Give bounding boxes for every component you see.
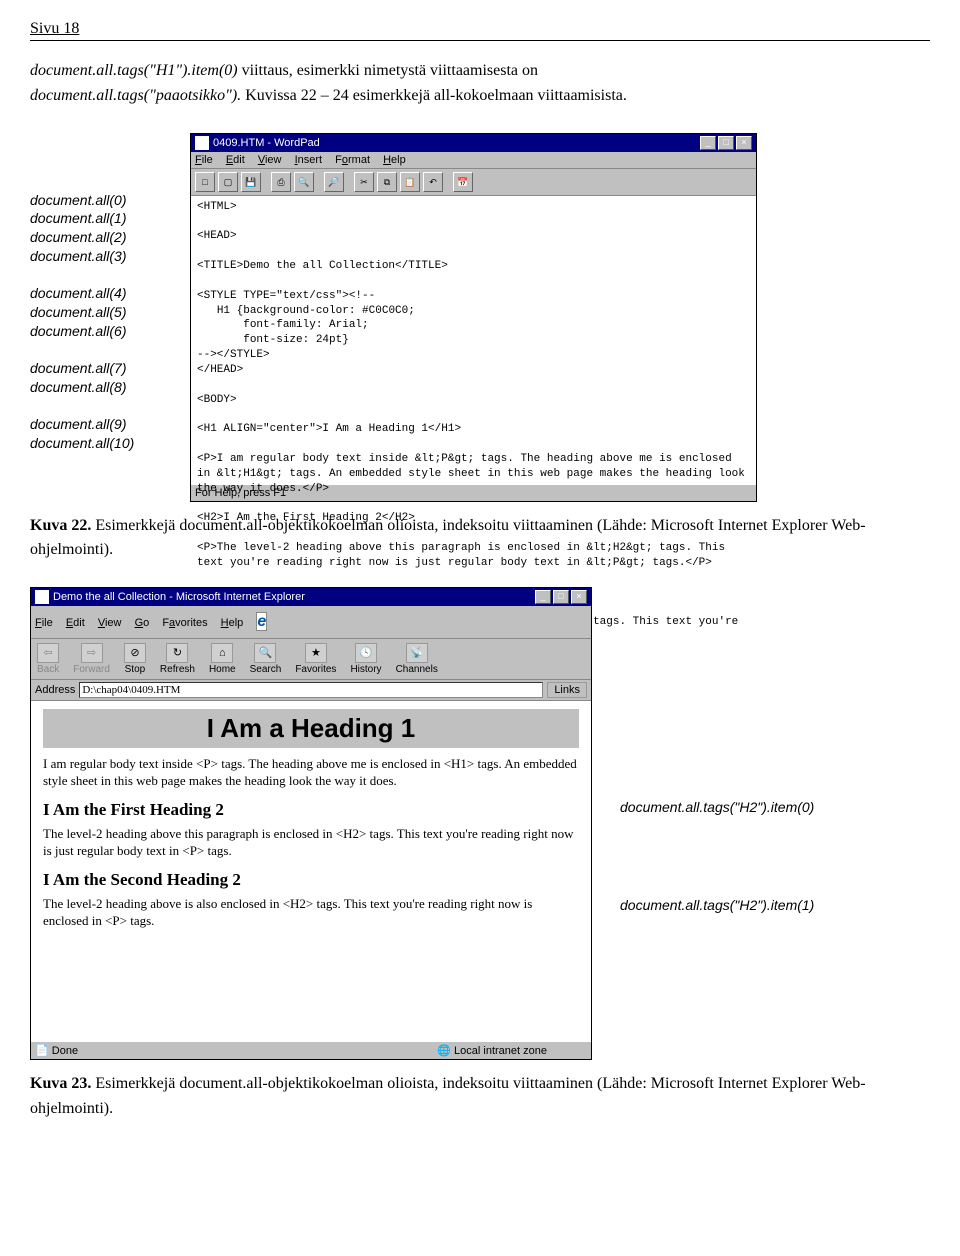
content-h1: I Am a Heading 1 [43,709,579,748]
titlebar[interactable]: 0409.HTM - WordPad _ □ × [191,134,756,152]
date-icon[interactable]: 📅 [453,172,473,192]
undo-icon[interactable]: ↶ [423,172,443,192]
menu-edit[interactable]: Edit [226,154,245,166]
ie-window: Demo the all Collection - Microsoft Inte… [30,587,592,1060]
label: document.all(8) [30,378,190,397]
label: document.all(0) [30,191,190,210]
close-button[interactable]: × [736,136,752,150]
figure-23-caption: Kuva 23. Esimerkkejä document.all-objekt… [30,1072,930,1122]
minimize-button[interactable]: _ [535,590,551,604]
favorites-button[interactable]: ★Favorites [295,643,336,675]
figure-22: document.all(0) document.all(1) document… [30,133,930,502]
close-button[interactable]: × [571,590,587,604]
minimize-button[interactable]: _ [700,136,716,150]
ie-statusbar: 📄 Done 🌐 Local intranet zone [31,1041,591,1059]
code-ref-2: document.all.tags("paaotsikko"). [30,87,241,104]
refresh-button[interactable]: ↻Refresh [160,643,195,675]
ie-title: Demo the all Collection - Microsoft Inte… [53,591,305,603]
label: document.all(10) [30,434,190,453]
label: document.all(4) [30,284,190,303]
code-area[interactable]: <HTML> <HEAD> <TITLE>Demo the all Collec… [191,196,756,484]
menu-edit[interactable]: Edit [66,617,85,629]
side-annotations: document.all.tags("H2").item(0) document… [592,587,814,995]
menu-view[interactable]: View [98,617,122,629]
links-button[interactable]: Links [547,682,587,698]
home-button[interactable]: ⌂Home [209,643,236,675]
menu-help[interactable]: Help [221,617,244,629]
preview-icon[interactable]: 🔍 [294,172,314,192]
menu-favorites[interactable]: Favorites [162,617,207,629]
content-h2a: I Am the First Heading 2 [43,800,579,820]
menu-insert[interactable]: Insert [295,154,323,166]
window-title: 0409.HTM - WordPad [213,137,320,149]
wordpad-window: 0409.HTM - WordPad _ □ × File Edit View … [190,133,757,502]
index-labels: document.all(0) document.all(1) document… [30,133,190,471]
label: document.all(6) [30,322,190,341]
ie-titlebar[interactable]: Demo the all Collection - Microsoft Inte… [31,588,591,606]
ie-menubar[interactable]: File Edit View Go Favorites Help e [31,606,591,639]
menu-file[interactable]: File [195,154,213,166]
find-icon[interactable]: 🔎 [324,172,344,192]
copy-icon[interactable]: ⧉ [377,172,397,192]
menu-view[interactable]: View [258,154,282,166]
label: document.all(9) [30,415,190,434]
content-p2: The level-2 heading above this paragraph… [43,826,579,860]
ie-logo-icon: e [256,612,267,631]
back-button[interactable]: ⇦Back [37,643,59,675]
menu-help[interactable]: Help [383,154,406,166]
ie-toolbar: ⇦Back ⇨Forward ⊘Stop ↻Refresh ⌂Home 🔍Sea… [31,639,591,680]
menu-go[interactable]: Go [135,617,150,629]
search-button[interactable]: 🔍Search [250,643,282,675]
label: document.all(5) [30,303,190,322]
address-input[interactable] [79,682,543,698]
status-done: 📄 Done [35,1044,78,1057]
label: document.all(2) [30,228,190,247]
forward-button[interactable]: ⇨Forward [73,643,110,675]
open-icon[interactable]: ▢ [218,172,238,192]
ie-app-icon [35,590,49,604]
rendered-page: I Am a Heading 1 I am regular body text … [31,701,591,1041]
page-header: Sivu 18 [30,20,930,41]
annotation-h2-0: document.all.tags("H2").item(0) [620,799,814,815]
app-icon [195,136,209,150]
address-label: Address [35,684,75,696]
menubar[interactable]: File Edit View Insert Format Help [191,152,756,169]
history-button[interactable]: 🕓History [350,643,381,675]
maximize-button[interactable]: □ [553,590,569,604]
paste-icon[interactable]: 📋 [400,172,420,192]
intro-paragraph: document.all.tags("H1").item(0) viittaus… [30,59,930,109]
figure-23: Demo the all Collection - Microsoft Inte… [30,587,930,1060]
menu-file[interactable]: File [35,617,53,629]
new-icon[interactable]: □ [195,172,215,192]
address-bar: Address Links [31,680,591,701]
toolbar: □ ▢ 💾 ⎙ 🔍 🔎 ✂ ⧉ 📋 ↶ 📅 [191,169,756,196]
label: document.all(3) [30,247,190,266]
channels-button[interactable]: 📡Channels [396,643,438,675]
content-h2b: I Am the Second Heading 2 [43,870,579,890]
menu-format[interactable]: Format [335,154,370,166]
maximize-button[interactable]: □ [718,136,734,150]
statusbar: For Help, press F1 [191,484,756,501]
content-p1: I am regular body text inside <P> tags. … [43,756,579,790]
label: document.all(1) [30,209,190,228]
stop-button[interactable]: ⊘Stop [124,643,146,675]
code-ref-1: document.all.tags("H1").item(0) [30,62,238,79]
cut-icon[interactable]: ✂ [354,172,374,192]
content-p3: The level-2 heading above is also enclos… [43,896,579,930]
label: document.all(7) [30,359,190,378]
annotation-h2-1: document.all.tags("H2").item(1) [620,897,814,913]
status-zone: 🌐 Local intranet zone [437,1044,547,1057]
save-icon[interactable]: 💾 [241,172,261,192]
print-icon[interactable]: ⎙ [271,172,291,192]
